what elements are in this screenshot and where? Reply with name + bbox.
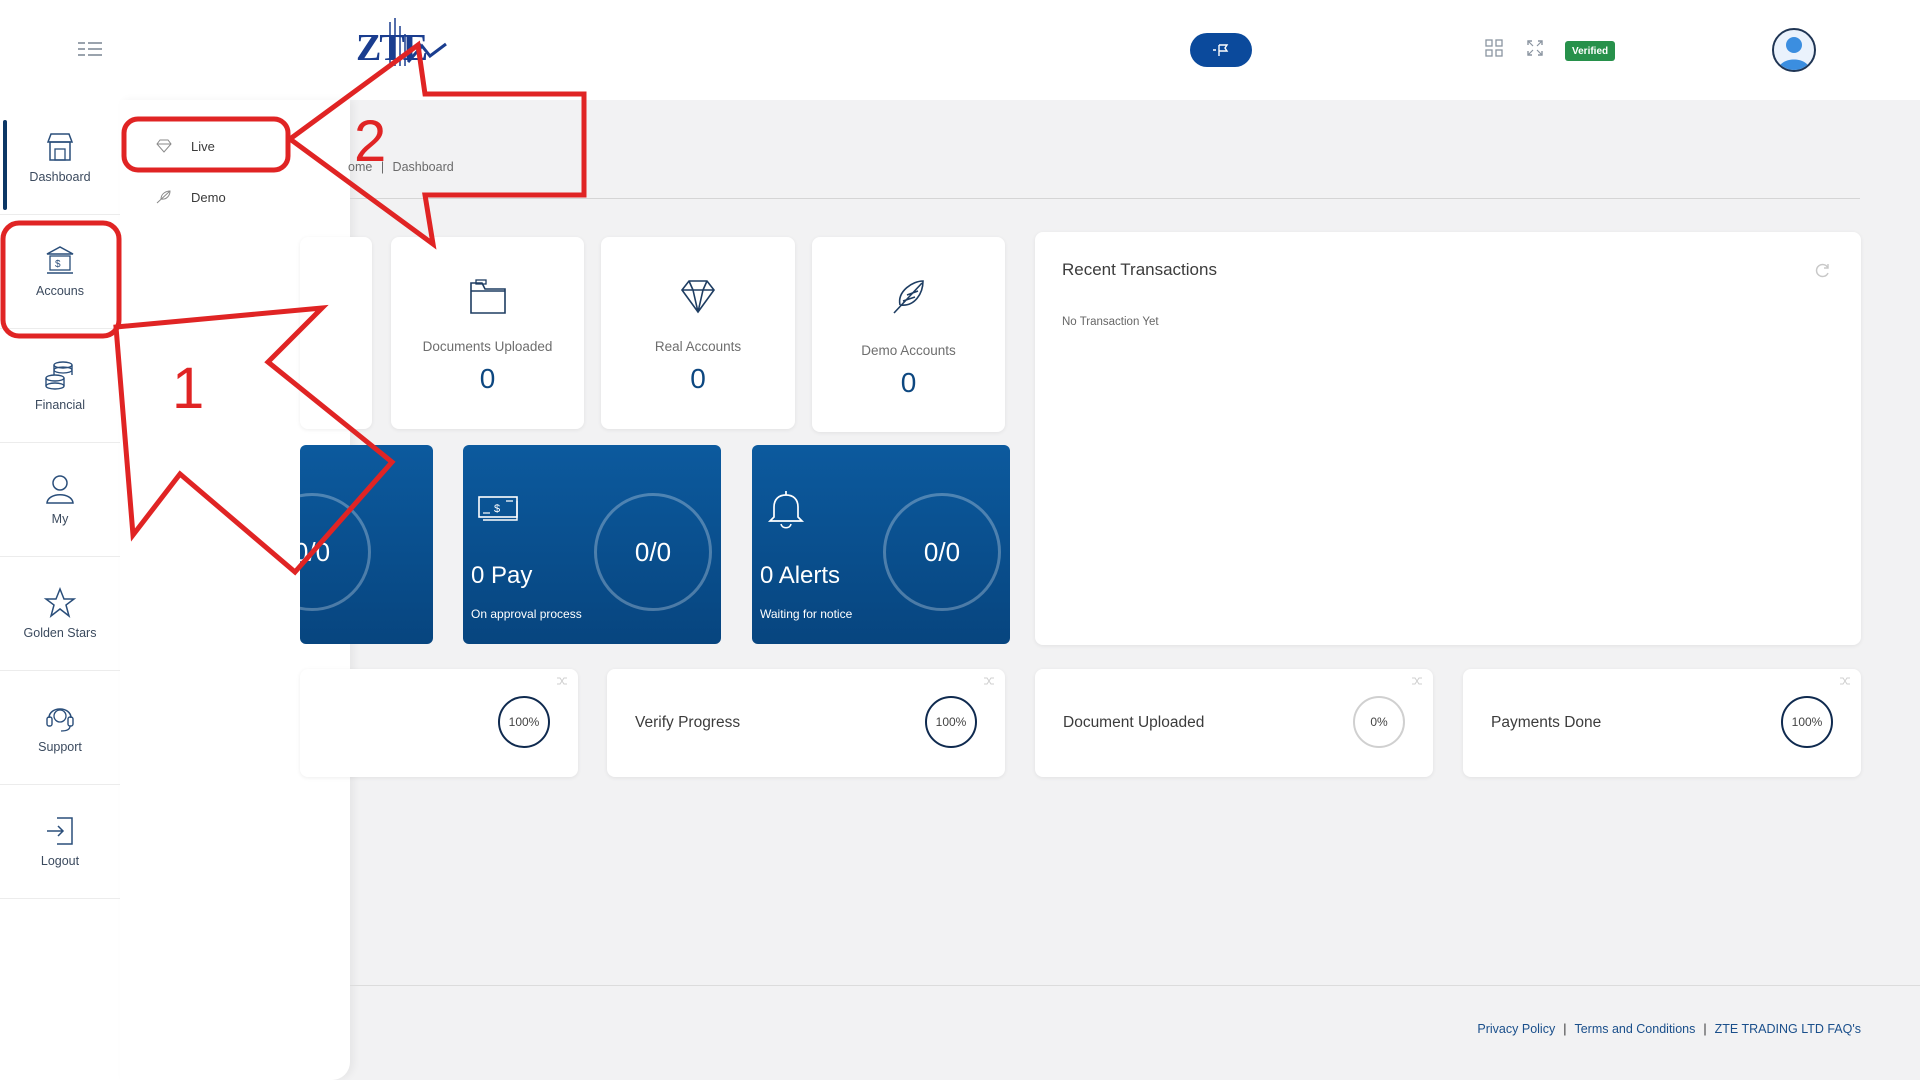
- footer-link-terms[interactable]: Terms and Conditions: [1574, 1022, 1695, 1036]
- brand-logo[interactable]: ZTE: [354, 16, 450, 78]
- sidebar-item-dashboard[interactable]: Dashboard: [0, 100, 120, 215]
- recent-transactions-card: Recent Transactions No Transaction Yet: [1035, 232, 1861, 645]
- feather-icon: [892, 280, 924, 314]
- progress-label: Document Uploaded: [1063, 714, 1205, 731]
- submenu-item-label: Demo: [191, 189, 226, 205]
- logout-icon: [47, 817, 73, 845]
- shuffle-icon[interactable]: [1839, 676, 1851, 686]
- refresh-icon[interactable]: [1815, 262, 1831, 278]
- annotation-step-1: 1: [172, 356, 205, 421]
- submenu-item-live[interactable]: Live: [155, 134, 215, 158]
- logo-text: ZTE: [356, 27, 428, 69]
- sidebar-item-label: Logout: [40, 854, 80, 868]
- blue-card-alerts: 0 Alerts Waiting for notice 0/0: [752, 445, 1010, 644]
- apps-grid-icon[interactable]: [1485, 39, 1503, 62]
- svg-text:$: $: [55, 259, 61, 270]
- stat-card-demo-accounts: Demo Accounts 0: [812, 237, 1005, 432]
- sidebar-item-label: Accouns: [36, 284, 84, 298]
- money-icon: $: [478, 496, 518, 521]
- shuffle-icon[interactable]: [1411, 676, 1423, 686]
- sidebar-rail: Dashboard $ Accouns Financial My Golden …: [0, 100, 121, 1080]
- top-header: [0, 0, 1920, 100]
- sidebar-item-accounts[interactable]: $ Accouns: [0, 214, 120, 329]
- sidebar-item-logout[interactable]: Logout: [0, 784, 120, 899]
- pay-subtitle: On approval process: [471, 607, 582, 621]
- bell-icon: [767, 491, 805, 529]
- recent-transactions-title: Recent Transactions: [1062, 260, 1217, 279]
- breadcrumb-current: Dashboard: [392, 160, 454, 174]
- footer-links: Privacy Policy | Terms and Conditions | …: [1477, 1022, 1861, 1036]
- progress-card-payments: Payments Done 100%: [1463, 669, 1861, 777]
- progress-card-documents: Document Uploaded 0%: [1035, 669, 1433, 777]
- blue-card-partial: 0/0: [300, 445, 433, 644]
- footer-divider: [350, 985, 1920, 986]
- ring-value: 0/0: [594, 493, 712, 611]
- pay-title: 0 Pay: [471, 562, 533, 589]
- progress-card-verify: Verify Progress 100%: [607, 669, 1005, 777]
- progress-card-1: 100%: [300, 669, 578, 777]
- annotation-step-2: 2: [354, 109, 387, 174]
- svg-text:$: $: [494, 503, 500, 515]
- user-avatar-icon[interactable]: [1772, 28, 1816, 72]
- stat-label: Documents Uploaded: [422, 339, 553, 354]
- divider: [350, 198, 1860, 199]
- blue-card-pay: $ 0 Pay On approval process 0/0: [463, 445, 721, 644]
- verified-badge: Verified: [1565, 41, 1616, 61]
- ring-value: 0/0: [883, 493, 1001, 611]
- sidebar-item-golden-stars[interactable]: Golden Stars: [0, 556, 120, 671]
- shuffle-icon[interactable]: [983, 676, 995, 686]
- star-icon: [43, 586, 77, 618]
- store-icon: [46, 133, 74, 161]
- sidebar-item-label: Financial: [34, 398, 86, 412]
- footer-link-faq[interactable]: ZTE TRADING LTD FAQ's: [1715, 1022, 1861, 1036]
- stat-card-real-accounts: Real Accounts 0: [601, 237, 795, 429]
- progress-label: Payments Done: [1491, 714, 1602, 731]
- shuffle-icon[interactable]: [556, 676, 568, 686]
- stat-label: Demo Accounts: [861, 343, 956, 358]
- fullscreen-icon[interactable]: [1526, 39, 1544, 62]
- progress-ring: 0%: [1353, 696, 1405, 748]
- headset-icon: [46, 708, 74, 732]
- footer-separator: |: [1703, 1022, 1707, 1036]
- footer-separator: |: [1563, 1022, 1567, 1036]
- stat-value: 0: [900, 367, 917, 398]
- recent-transactions-empty: No Transaction Yet: [1062, 316, 1159, 328]
- stat-value: 0: [479, 363, 496, 394]
- user-icon: [46, 475, 74, 504]
- progress-ring: 100%: [498, 696, 550, 748]
- sidebar-item-label: My: [51, 512, 69, 526]
- menu-toggle-icon[interactable]: [78, 40, 102, 58]
- footer-link-privacy[interactable]: Privacy Policy: [1477, 1022, 1555, 1036]
- alerts-title: 0 Alerts: [760, 562, 841, 589]
- feather-icon: [156, 190, 171, 204]
- bank-icon: $: [46, 246, 74, 274]
- progress-ring: 100%: [1781, 696, 1833, 748]
- sidebar-item-label: Dashboard: [29, 170, 91, 184]
- language-flag-button[interactable]: [1190, 33, 1252, 67]
- flag-icon: [1213, 44, 1229, 56]
- progress-ring: 100%: [925, 696, 977, 748]
- sidebar-item-label: Support: [38, 740, 82, 754]
- folder-icon: [469, 279, 506, 314]
- ring-value: 0/0: [300, 493, 371, 611]
- stat-card-documents: Documents Uploaded 0: [391, 237, 584, 429]
- submenu-item-label: Live: [191, 138, 215, 154]
- sidebar-item-support[interactable]: Support: [0, 670, 120, 785]
- diamond-icon: [680, 280, 716, 314]
- sidebar-item-label: Golden Stars: [23, 626, 97, 640]
- stat-value: 0: [690, 363, 706, 394]
- coins-icon: [45, 361, 73, 390]
- sidebar-item-financial[interactable]: Financial: [0, 328, 120, 443]
- diamond-icon: [156, 139, 172, 153]
- stat-label: Real Accounts: [654, 339, 742, 354]
- alerts-subtitle: Waiting for notice: [760, 607, 853, 621]
- submenu-item-demo[interactable]: Demo: [155, 185, 226, 209]
- progress-label: Verify Progress: [635, 714, 741, 731]
- stat-card-hidden: [300, 237, 372, 429]
- sidebar-item-my[interactable]: My: [0, 442, 120, 557]
